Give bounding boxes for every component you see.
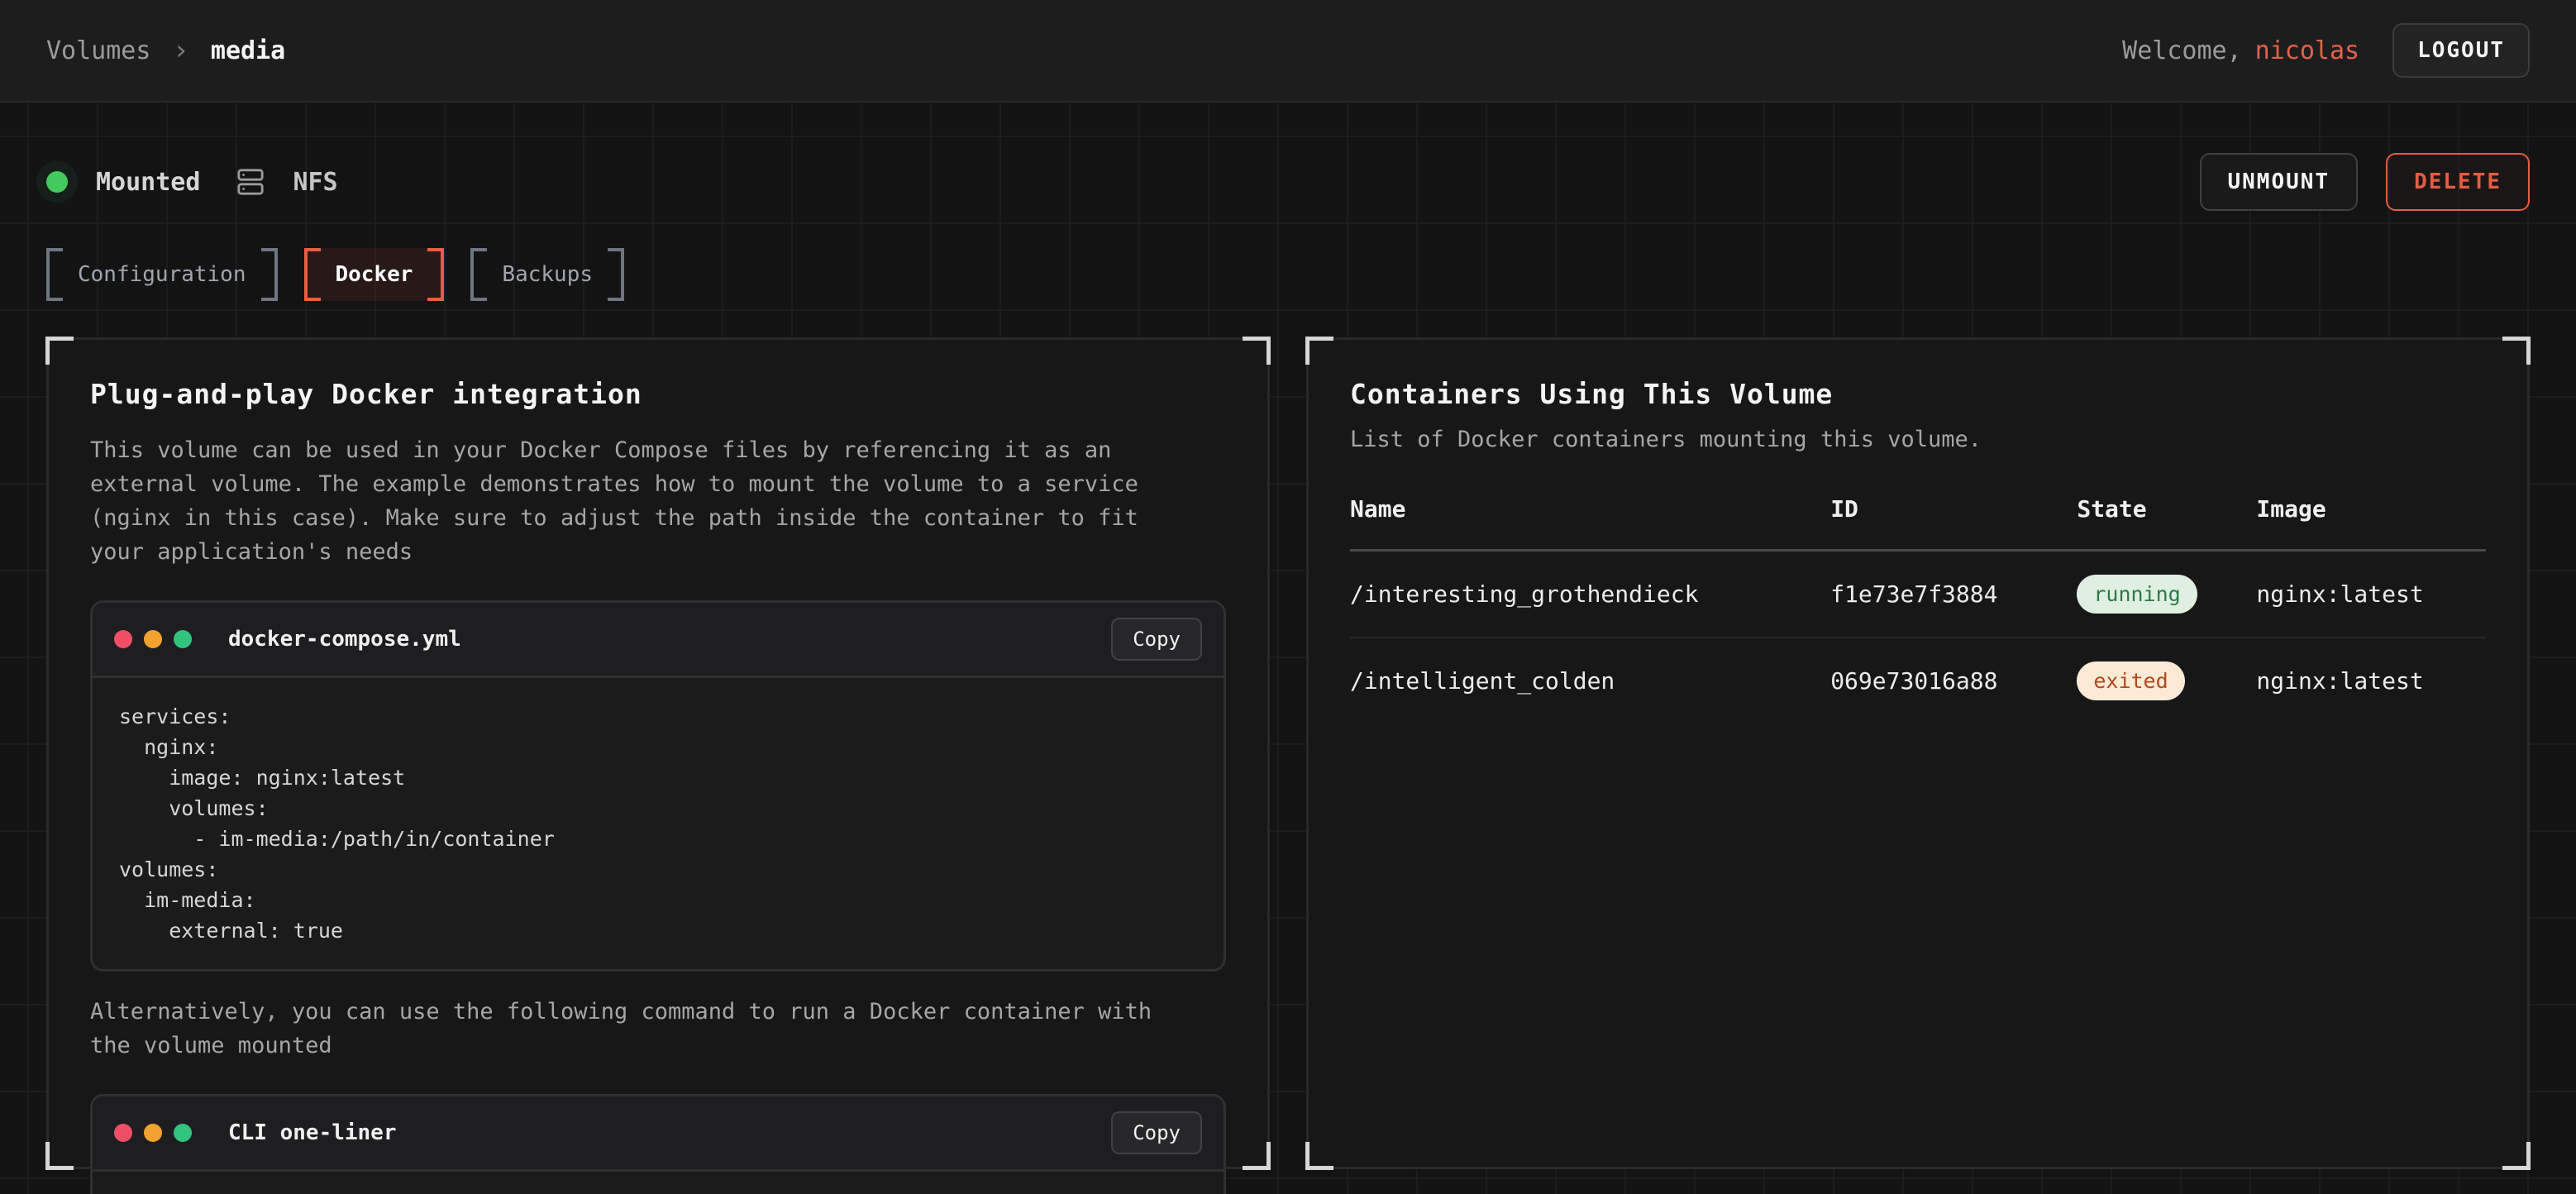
breadcrumb-volumes-link[interactable]: Volumes — [46, 36, 150, 65]
window-dot-yellow-icon — [144, 630, 162, 648]
container-row: /intelligent_colden 069e73016a88 exited … — [1350, 638, 2486, 724]
container-id: 069e73016a88 — [1830, 638, 2077, 724]
chevron-right-icon: › — [172, 34, 188, 67]
server-icon — [236, 168, 265, 196]
main-content: Mounted NFS UNMOUNT DELETE Configuration… — [0, 103, 2576, 1194]
corner-bracket-decoration — [1305, 337, 1333, 365]
cli-block-title: CLI one-liner — [228, 1120, 397, 1145]
docker-panel-description: This volume can be used in your Docker C… — [90, 433, 1181, 569]
container-state: exited — [2077, 638, 2256, 724]
containers-table-header-row: Name ID State Image — [1350, 495, 2486, 551]
corner-bracket-decoration — [1243, 337, 1271, 365]
window-dot-red-icon — [114, 1124, 132, 1142]
welcome-prefix: Welcome, — [2122, 36, 2242, 65]
user-area: Welcome, nicolas LOGOUT — [2122, 23, 2530, 78]
containers-panel-subtitle: List of Docker containers mounting this … — [1350, 427, 2486, 452]
container-image: nginx:latest — [2256, 638, 2486, 724]
window-dot-green-icon — [174, 630, 192, 648]
unmount-button[interactable]: UNMOUNT — [2200, 153, 2359, 211]
container-name: /interesting_grothendieck — [1350, 551, 1830, 638]
delete-button[interactable]: DELETE — [2386, 153, 2530, 211]
corner-bracket-decoration — [2502, 1142, 2531, 1170]
volume-tabs: Configuration Docker Backups — [46, 248, 2530, 301]
mount-status-label: Mounted — [96, 168, 200, 197]
tab-backups[interactable]: Backups — [470, 248, 624, 301]
tab-configuration[interactable]: Configuration — [46, 248, 278, 301]
cli-intro-text: Alternatively, you can use the following… — [90, 995, 1181, 1063]
compose-code-content: services: nginx: image: nginx:latest vol… — [93, 678, 1224, 969]
docker-integration-panel: Plug-and-play Docker integration This vo… — [46, 337, 1270, 1169]
compose-copy-button[interactable]: Copy — [1111, 618, 1202, 661]
window-dot-green-icon — [174, 1124, 192, 1142]
containers-panel-title: Containers Using This Volume — [1350, 378, 2486, 410]
compose-filename: docker-compose.yml — [228, 627, 461, 652]
volume-actions: UNMOUNT DELETE — [2200, 153, 2531, 211]
corner-bracket-decoration — [2502, 337, 2531, 365]
status-badge-exited: exited — [2077, 661, 2184, 700]
mount-status: Mounted NFS — [46, 168, 338, 197]
corner-bracket-decoration — [45, 337, 74, 365]
breadcrumb: Volumes › media — [46, 34, 285, 67]
container-image: nginx:latest — [2256, 551, 2486, 638]
top-bar: Volumes › media Welcome, nicolas LOGOUT — [0, 0, 2576, 103]
container-name: /intelligent_colden — [1350, 638, 1830, 724]
column-header-state: State — [2077, 495, 2256, 551]
container-state: running — [2077, 551, 2256, 638]
window-dot-red-icon — [114, 630, 132, 648]
breadcrumb-current-volume: media — [211, 36, 285, 65]
welcome-text: Welcome, nicolas — [2122, 36, 2359, 65]
window-dot-yellow-icon — [144, 1124, 162, 1142]
container-row: /interesting_grothendieck f1e73e7f3884 r… — [1350, 551, 2486, 638]
cli-code-block: CLI one-liner Copy docker run -v im-medi… — [90, 1094, 1226, 1194]
compose-code-block: docker-compose.yml Copy services: nginx:… — [90, 600, 1226, 972]
column-header-image: Image — [2256, 495, 2486, 551]
corner-bracket-decoration — [1305, 1142, 1333, 1170]
containers-table: Name ID State Image /interesting_grothen… — [1350, 495, 2486, 724]
compose-code-header: docker-compose.yml Copy — [93, 603, 1224, 678]
cli-code-header: CLI one-liner Copy — [93, 1096, 1224, 1172]
mounted-indicator-dot — [46, 171, 68, 193]
corner-bracket-decoration — [45, 1142, 74, 1170]
username: nicolas — [2255, 36, 2359, 65]
column-header-name: Name — [1350, 495, 1830, 551]
volume-status-row: Mounted NFS UNMOUNT DELETE — [46, 154, 2530, 210]
fs-type-label: NFS — [293, 168, 337, 197]
cli-code-content: docker run -v im-media:/path/in/containe… — [93, 1172, 1224, 1194]
containers-panel: Containers Using This Volume List of Doc… — [1306, 337, 2530, 1169]
tab-docker[interactable]: Docker — [304, 248, 445, 301]
corner-bracket-decoration — [1243, 1142, 1271, 1170]
container-id: f1e73e7f3884 — [1830, 551, 2077, 638]
docker-panel-title: Plug-and-play Docker integration — [90, 378, 1226, 410]
panels-container: Plug-and-play Docker integration This vo… — [46, 337, 2530, 1169]
cli-copy-button[interactable]: Copy — [1111, 1111, 1202, 1154]
status-badge-running: running — [2077, 575, 2197, 614]
column-header-id: ID — [1830, 495, 2077, 551]
logout-button[interactable]: LOGOUT — [2392, 23, 2530, 78]
